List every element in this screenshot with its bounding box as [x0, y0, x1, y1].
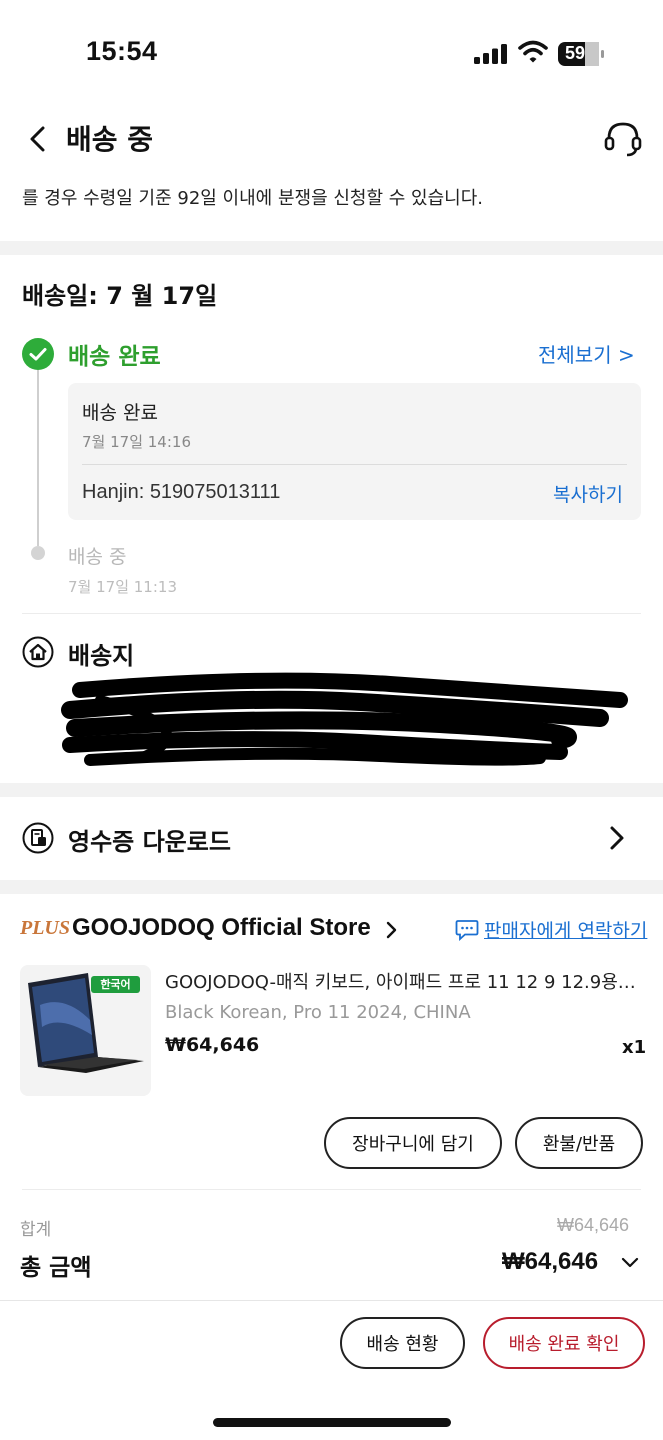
- subtotal-value: ₩64,646: [557, 1215, 630, 1235]
- tracking-number: Hanjin: 519075013111: [82, 481, 281, 503]
- copy-tracking-button[interactable]: 복사하기: [553, 480, 623, 507]
- page-title: 배송 중: [66, 123, 154, 156]
- dispute-notice: 를 경우 수령일 기준 92일 이내에 분쟁을 신청할 수 있습니다.: [22, 188, 483, 209]
- receipt-download-label[interactable]: 영수증 다운로드: [68, 822, 231, 857]
- divider: [22, 613, 641, 614]
- event-divider: [82, 464, 627, 465]
- delivery-status-button[interactable]: 배송 현황: [340, 1317, 465, 1369]
- plus-badge: PLUS: [20, 917, 70, 939]
- chevron-right-icon[interactable]: [386, 920, 398, 940]
- home-icon: [22, 636, 54, 668]
- refund-return-button[interactable]: 환불/반품: [515, 1117, 643, 1169]
- current-delivery-status: 배송 완료: [68, 344, 161, 370]
- customer-support-headset-icon[interactable]: [603, 120, 643, 158]
- total-label: 총 금액: [20, 1255, 92, 1281]
- battery-level: 59: [565, 43, 586, 63]
- product-price: ₩64,646: [165, 1034, 260, 1056]
- contact-seller-link[interactable]: 판매자에게 연락하기: [484, 916, 647, 943]
- event-time: 7월 17일 14:16: [82, 433, 191, 451]
- total-value: ₩64,646: [502, 1248, 599, 1275]
- receipt-icon: [22, 822, 54, 854]
- timeline-line: [37, 370, 39, 546]
- previous-status: 배송 중: [68, 546, 127, 568]
- battery-icon: 59: [558, 42, 604, 66]
- address-title: 배송지: [68, 642, 135, 670]
- chevron-down-icon[interactable]: [621, 1257, 639, 1269]
- footer-border: [0, 1300, 663, 1301]
- confirm-delivery-button[interactable]: 배송 완료 확인: [483, 1317, 645, 1369]
- delivery-date: 배송일: 7 월 17일: [22, 282, 218, 310]
- subtotal-label: 합계: [20, 1220, 52, 1240]
- timeline-dot: [31, 546, 45, 560]
- section-divider: [0, 241, 663, 255]
- add-to-cart-button[interactable]: 장바구니에 담기: [324, 1117, 502, 1169]
- product-option: Black Korean, Pro 11 2024, CHINA: [165, 1002, 471, 1023]
- wifi-icon: [518, 40, 548, 63]
- product-quantity: x1: [622, 1037, 647, 1058]
- back-arrow-icon[interactable]: [26, 124, 50, 154]
- section-divider: [0, 783, 663, 797]
- divider: [22, 1189, 641, 1190]
- language-badge: 한국어: [91, 976, 140, 993]
- status-time: 15:54: [86, 36, 158, 66]
- chat-icon[interactable]: [455, 919, 479, 941]
- redacted-address-scribble: [61, 672, 628, 766]
- cellular-signal-icon: [474, 44, 507, 64]
- event-title: 배송 완료: [82, 402, 158, 424]
- view-all-tracking-link[interactable]: 전체보기 >: [538, 339, 635, 368]
- delivered-check-icon: [22, 338, 54, 370]
- store-name[interactable]: GOOJODOQ Official Store: [72, 914, 371, 942]
- product-title[interactable]: GOOJODOQ-매직 키보드, 아이패드 프로 11 12 9 12.9용 케…: [165, 968, 641, 994]
- previous-status-time: 7월 17일 11:13: [68, 578, 177, 596]
- chevron-right-icon[interactable]: [608, 824, 626, 852]
- section-divider: [0, 880, 663, 894]
- home-indicator: [213, 1418, 451, 1427]
